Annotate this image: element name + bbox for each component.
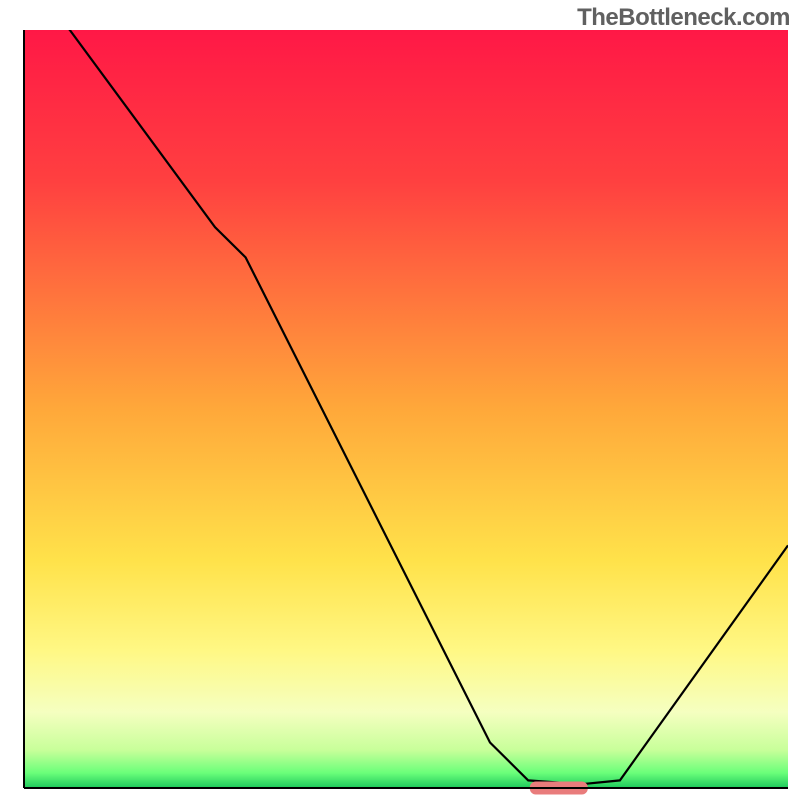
plot-background [24,30,788,788]
bottleneck-chart [0,0,800,800]
